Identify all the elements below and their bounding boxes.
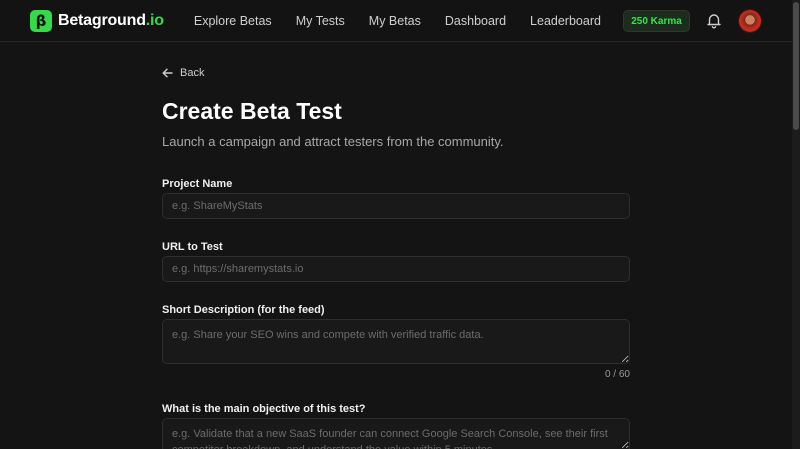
bell-icon[interactable] [706, 12, 722, 29]
url-label: URL to Test [162, 241, 223, 253]
short-description-label: Short Description (for the feed) [162, 304, 325, 316]
karma-badge[interactable]: 250 Karma [623, 10, 690, 32]
avatar[interactable] [739, 10, 761, 32]
project-name-input[interactable] [162, 193, 630, 219]
page-subtitle: Launch a campaign and attract testers fr… [162, 134, 504, 149]
character-counter: 0 / 60 [604, 369, 630, 380]
nav-dashboard[interactable]: Dashboard [445, 14, 506, 28]
main-nav: Explore Betas My Tests My Betas Dashboar… [194, 14, 625, 28]
nav-leaderboard[interactable]: Leaderboard [530, 14, 601, 28]
short-description-textarea[interactable] [162, 319, 630, 364]
nav-explore-betas[interactable]: Explore Betas [194, 14, 272, 28]
page-scrollbar[interactable] [792, 0, 800, 449]
scrollbar-thumb[interactable] [793, 2, 799, 130]
url-input[interactable] [162, 256, 630, 282]
objective-label: What is the main objective of this test? [162, 403, 366, 415]
objective-textarea[interactable] [162, 418, 630, 449]
beta-logo-icon: β [30, 9, 52, 32]
project-name-label: Project Name [162, 178, 233, 190]
page-title: Create Beta Test [162, 98, 342, 124]
brand-logo[interactable]: β Betaground.io [30, 9, 164, 32]
arrow-left-icon [162, 68, 173, 78]
nav-my-betas[interactable]: My Betas [369, 14, 421, 28]
brand-name: Betaground.io [58, 11, 164, 29]
back-label: Back [180, 67, 205, 79]
back-button[interactable]: Back [162, 67, 204, 79]
nav-my-tests[interactable]: My Tests [296, 14, 345, 28]
